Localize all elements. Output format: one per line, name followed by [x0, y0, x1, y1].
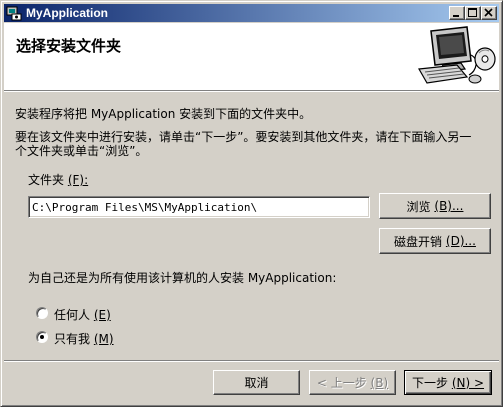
page-title: 选择安装文件夹 [16, 37, 122, 55]
folder-path-input[interactable] [28, 196, 370, 218]
window-title: MyApplication [26, 6, 109, 20]
browse-button-accelerator: (B)... [434, 199, 464, 213]
browse-button-label: 浏览 [406, 199, 431, 214]
radio-everyone-text[interactable]: 任何人 (E) [54, 306, 111, 323]
banner-divider-highlight [4, 91, 499, 92]
cancel-button-label: 取消 [244, 376, 269, 390]
intro-text: 安装程序将把 MyApplication 安装到下面的文件夹中。 [15, 107, 312, 121]
radio-just-me-text[interactable]: 只有我 (M) [54, 330, 114, 347]
next-button-accelerator: (N) > [451, 375, 485, 390]
installer-icon [6, 6, 22, 21]
radio-everyone-circle[interactable] [36, 307, 48, 319]
maximize-icon [468, 8, 477, 17]
installer-window: MyApplication 选择安装文件夹 安装程序将把 MyApplicati… [0, 0, 503, 407]
folder-label: 文件夹 (F): [28, 171, 88, 188]
disk-cost-button-label: 磁盘开销 [394, 234, 443, 249]
disk-cost-button[interactable]: 磁盘开销 (D)... [379, 228, 491, 254]
folder-label-text: 文件夹 [28, 173, 65, 187]
disk-cost-button-accelerator: (D)... [445, 234, 476, 248]
back-button-label: < 上一步 [316, 376, 367, 390]
back-button[interactable]: < 上一步 (B) [309, 370, 396, 395]
close-icon [484, 8, 493, 17]
footer-divider-highlight [4, 361, 499, 362]
next-button-label: 下一步 [411, 376, 448, 390]
browse-button[interactable]: 浏览 (B)... [379, 193, 491, 219]
radio-everyone-label: 任何人 [54, 308, 91, 322]
radio-everyone-accelerator: (E) [93, 308, 111, 322]
cancel-button[interactable]: 取消 [213, 370, 300, 395]
minimize-icon [453, 15, 459, 17]
radio-selected-dot [40, 335, 44, 339]
minimize-button[interactable] [449, 6, 465, 20]
maximize-button[interactable] [465, 6, 481, 20]
close-button[interactable] [481, 6, 497, 20]
radio-just-me-label: 只有我 [54, 332, 91, 346]
back-button-accelerator: (B) [370, 375, 389, 390]
header-banner: 选择安装文件夹 [4, 23, 499, 90]
title-bar[interactable]: MyApplication [4, 4, 499, 22]
computer-with-disc-icon [418, 26, 496, 84]
install-for-label: 为自己还是为所有使用该计算机的人安装 MyApplication: [28, 271, 337, 285]
radio-just-me-circle[interactable] [36, 331, 48, 343]
instruction-text-line2: 个文件夹或单击“浏览”。 [15, 144, 148, 158]
folder-label-accelerator: (F): [67, 173, 89, 187]
next-button[interactable]: 下一步 (N) > [404, 370, 492, 395]
radio-just-me-accelerator: (M) [93, 332, 114, 346]
